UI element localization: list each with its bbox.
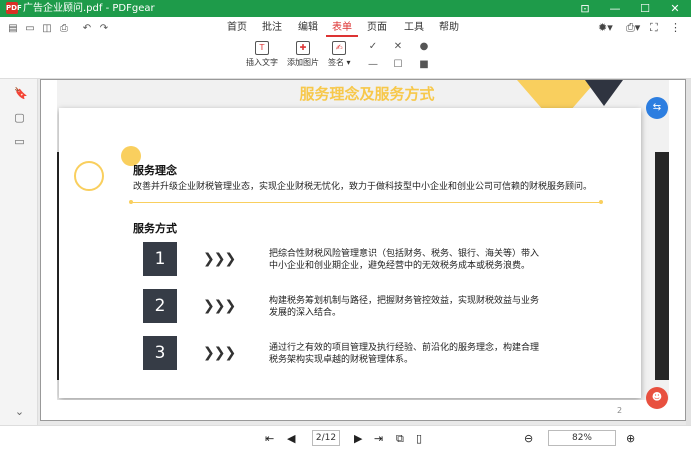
previous-page-icon[interactable]: ◀ [287, 432, 295, 445]
app-logo-icon: PDF [6, 2, 22, 14]
chevron-right-icon: ❯❯❯ [203, 345, 236, 361]
tab-tools[interactable]: 工具 [403, 21, 425, 34]
concept-heading: 服务理念 [133, 164, 177, 177]
filled-rectangle-tool[interactable]: ■ [418, 59, 430, 71]
decor-triangle-dark [585, 80, 623, 106]
method-text-2a: 构建税务筹划机制与路径，把握财务管控效益，实现财税效益与业务 [269, 296, 540, 306]
pdf-page: 服务理念及服务方式 服务理念 改善并升级企业财税管理业态，实现企业财税无忧化，致… [40, 79, 686, 421]
pin-window-button[interactable]: ⊡ [570, 0, 600, 17]
active-tab-indicator [326, 35, 358, 37]
page-number: 2 [617, 406, 623, 415]
dot-tool[interactable]: ● [418, 41, 430, 53]
ai-assistant-icon[interactable]: ☻ [646, 387, 668, 409]
comments-icon[interactable]: ▭ [14, 136, 25, 148]
cross-mark-tool[interactable]: ✕ [392, 41, 404, 53]
translate-icon[interactable]: ⇆ [646, 97, 668, 119]
add-image-icon: ✚ [296, 41, 310, 55]
method-number-3: 3 [143, 336, 177, 370]
method-text-3a: 通过行之有效的项目管理及执行经验、前沿化的服务理念，构建合理 [269, 343, 540, 353]
document-viewer[interactable]: 服务理念及服务方式 服务理念 改善并升级企业财税管理业态，实现企业财税无忧化，致… [38, 79, 691, 425]
line-tool[interactable]: — [367, 59, 379, 71]
tab-form[interactable]: 表单 [331, 21, 353, 34]
decor-circle-ring [74, 161, 104, 191]
signature-button[interactable]: ✍ 签名 ▾ [328, 41, 351, 68]
vertical-scrollbar[interactable] [686, 79, 691, 425]
method-number-1: 1 [143, 242, 177, 276]
method-number-2: 2 [143, 289, 177, 323]
method-text-2b: 发展的深入结合。 [269, 308, 342, 318]
open-folder-icon[interactable]: ▤ [6, 22, 20, 36]
method-text-3b: 税务架构实现卓越的财税管理体系。 [269, 355, 414, 365]
left-sidebar: 🔖 ▢ ▭ ⌄ [0, 79, 38, 425]
share-icon[interactable]: ⎙▾ [626, 21, 640, 34]
minimize-button[interactable]: — [600, 0, 630, 17]
next-page-icon[interactable]: ▶ [354, 432, 362, 445]
chevron-right-icon: ❯❯❯ [203, 251, 236, 267]
content-card: 服务理念 改善并升级企业财税管理业态，实现企业财税无忧化，致力于做科技型中小企业… [59, 108, 641, 398]
method-text-1b: 中小企业和创业期企业，避免经营中的无效税务成本或税务浪费。 [269, 261, 531, 271]
page-number-input[interactable]: 2/12 [312, 430, 340, 446]
title-bar: PDF 广告企业顾问.pdf - PDFgear ⊡ — ☐ ✕ [0, 0, 691, 17]
theme-icon[interactable]: ✹▾ [598, 21, 613, 34]
print-icon[interactable]: ⎙ [57, 22, 71, 36]
page-fit-icon[interactable]: ▯ [416, 432, 422, 445]
tab-home[interactable]: 首页 [226, 21, 248, 34]
slide-content: 服务理念及服务方式 服务理念 改善并升级企业财税管理业态，实现企业财税无忧化，致… [57, 80, 669, 400]
collapse-sidebar-icon[interactable]: ⌄ [14, 406, 25, 418]
chevron-right-icon: ❯❯❯ [203, 298, 236, 314]
slide-title: 服务理念及服务方式 [299, 85, 435, 103]
tab-page[interactable]: 页面 [366, 21, 388, 34]
decor-dark-band-right [655, 152, 669, 380]
zoom-in-icon[interactable]: ⊕ [626, 432, 635, 445]
concept-text: 改善并升级企业财税管理业态，实现企业财税无忧化，致力于做科技型中小企业和创业公司… [133, 182, 593, 192]
zoom-out-icon[interactable]: ⊖ [524, 432, 533, 445]
methods-heading: 服务方式 [133, 222, 177, 235]
close-button[interactable]: ✕ [660, 0, 690, 17]
bookmark-icon[interactable]: 🔖 [14, 88, 28, 100]
signature-icon: ✍ [332, 41, 347, 55]
tab-help[interactable]: 帮助 [438, 21, 460, 34]
divider-dot-right [599, 200, 603, 204]
rectangle-tool[interactable]: ☐ [392, 59, 404, 71]
section-divider [131, 202, 601, 203]
insert-text-button[interactable]: T 插入文字 [246, 41, 278, 68]
more-icon[interactable]: ⋮ [670, 21, 681, 34]
add-image-button[interactable]: ✚ 添加图片 [287, 41, 319, 68]
first-page-icon[interactable]: ⇤ [265, 432, 274, 445]
check-mark-tool[interactable]: ✓ [367, 41, 379, 53]
fullscreen-icon[interactable]: ⛶ [650, 21, 658, 34]
window-title: 广告企业顾问.pdf - PDFgear [23, 3, 155, 14]
save-icon[interactable]: ▭ [23, 22, 37, 36]
method-text-1a: 把综合性财税风险管理意识（包括财务、税务、银行、海关等）带入 [269, 249, 540, 259]
single-page-view-icon[interactable]: ⧉ [396, 432, 404, 445]
tab-edit[interactable]: 编辑 [297, 21, 319, 34]
undo-icon[interactable]: ↶ [80, 22, 94, 36]
redo-icon[interactable]: ↷ [97, 22, 111, 36]
maximize-button[interactable]: ☐ [630, 0, 660, 17]
zoom-level[interactable]: 82% [548, 430, 616, 446]
tab-annotate[interactable]: 批注 [261, 21, 283, 34]
thumbnails-icon[interactable]: ▢ [14, 112, 25, 124]
last-page-icon[interactable]: ⇥ [374, 432, 383, 445]
save-as-icon[interactable]: ◫ [40, 22, 54, 36]
insert-text-icon: T [255, 41, 269, 55]
status-bar: ⇤ ◀ 2/12 ▶ ⇥ ⧉ ▯ ⊖ 82% ⊕ [0, 425, 691, 451]
ribbon-toolbar: ▤ ▭ ◫ ⎙ ↶ ↷ 首页 批注 编辑 表单 页面 工具 帮助 ✹▾ ⎙▾ ⛶… [0, 17, 691, 79]
